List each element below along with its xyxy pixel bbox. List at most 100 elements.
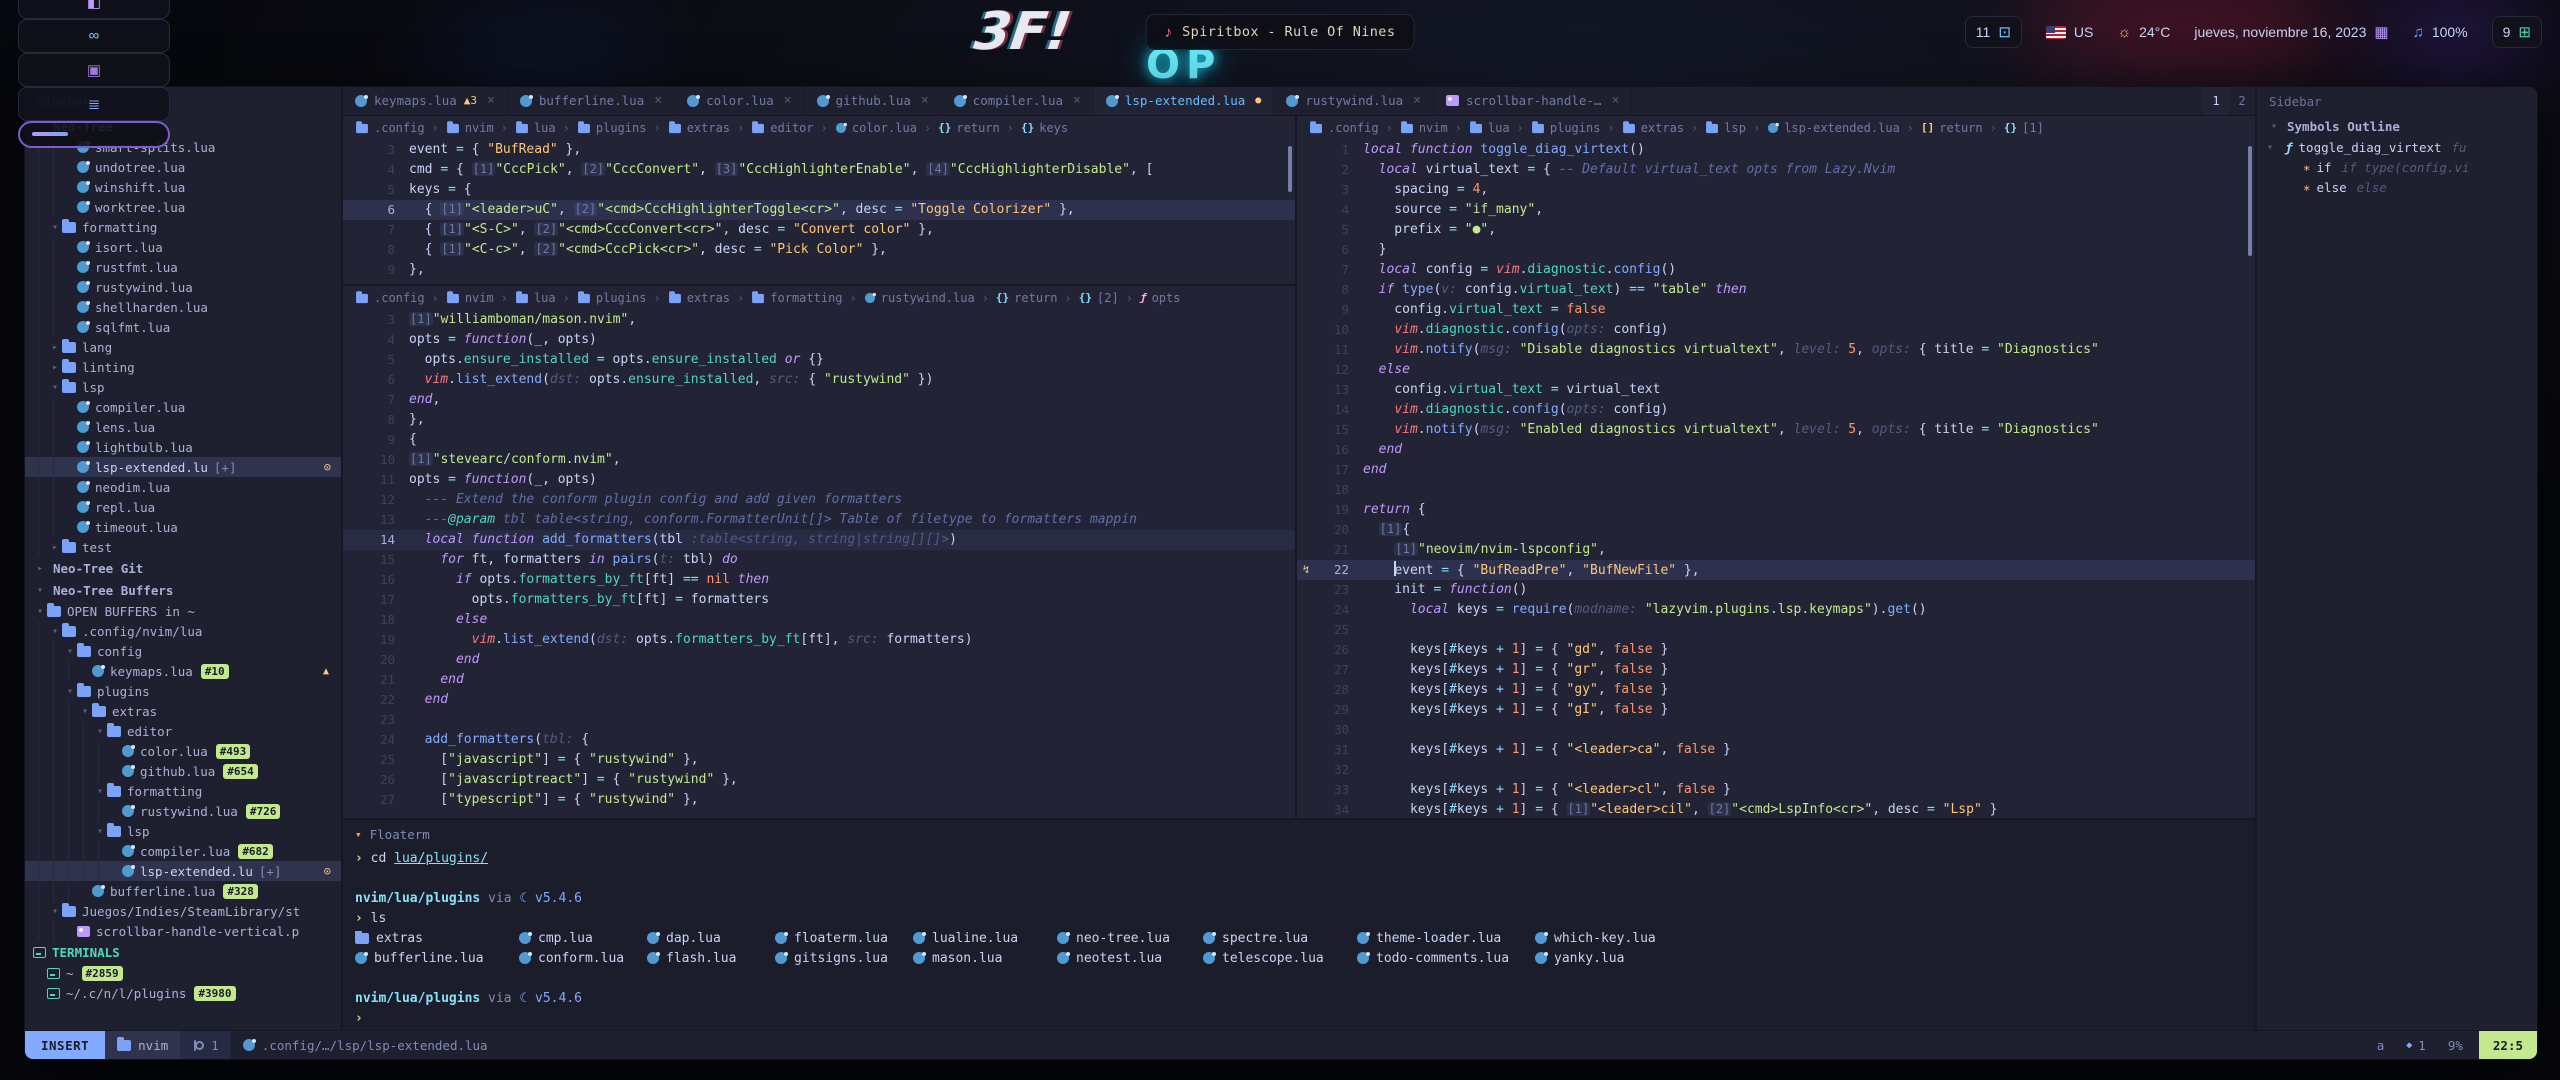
code-line[interactable]: 12 else <box>1297 360 2255 380</box>
code-line[interactable]: 16 if opts.formatters_by_ft[ft] == nil t… <box>343 570 1295 590</box>
code-line[interactable]: 19 vim.list_extend(dst: opts.formatters_… <box>343 630 1295 650</box>
code-line[interactable]: 7 local config = vim.diagnostic.config() <box>1297 260 2255 280</box>
terminal-line[interactable] <box>343 968 2255 988</box>
breadcrumb-item[interactable]: {}return <box>996 291 1058 305</box>
close-tab-icon[interactable]: × <box>784 93 792 108</box>
code-line[interactable]: 23 <box>343 710 1295 730</box>
ls-entry-neotest-lua[interactable]: neotest.lua <box>1057 951 1203 966</box>
ls-entry-spectre-lua[interactable]: spectre.lua <box>1203 931 1357 946</box>
tree-item-lens-lua[interactable]: lens.lua <box>25 417 341 437</box>
tree-item-shellharden-lua[interactable]: shellharden.lua <box>25 297 341 317</box>
code-line[interactable]: 15 for ft, formatters in pairs(t: tbl) d… <box>343 550 1295 570</box>
code-line[interactable]: 19return { <box>1297 500 2255 520</box>
ls-entry-which-key-lua[interactable]: which-key.lua <box>1535 931 2243 946</box>
code-line[interactable]: 8 if type(v: config.virtual_text) == "ta… <box>1297 280 2255 300</box>
tree-item-bufferline-lua[interactable]: bufferline.lua#328 <box>25 881 341 901</box>
tree-item-formatting[interactable]: ▾formatting <box>25 217 341 237</box>
breadcrumb-item[interactable]: lua <box>1469 121 1510 135</box>
code-line[interactable]: 25 <box>1297 620 2255 640</box>
terminal-line[interactable]: › ls <box>343 908 2255 928</box>
code-line[interactable]: 13 ---@param tbl table<string, conform.F… <box>343 510 1295 530</box>
tree-item-lang[interactable]: ▸lang <box>25 337 341 357</box>
code-line[interactable]: 32 <box>1297 760 2255 780</box>
breadcrumb-item[interactable]: nvim <box>446 121 494 135</box>
terminal-line[interactable] <box>343 868 2255 888</box>
tab-bufferline-lua[interactable]: bufferline.lua× <box>508 87 675 115</box>
code-line[interactable]: 3[1]"williamboman/mason.nvim", <box>343 310 1295 330</box>
tree-item-lightbulb-lua[interactable]: lightbulb.lua <box>25 437 341 457</box>
breadcrumb-item[interactable]: {}[1] <box>2004 121 2044 135</box>
tree-item-extras[interactable]: ▾extras <box>25 701 341 721</box>
terminal-line[interactable]: nvim/lua/plugins via ☾ v5.4.6 <box>343 988 2255 1008</box>
ls-entry-theme-loader-lua[interactable]: theme-loader.lua <box>1357 931 1535 946</box>
code-line[interactable]: 26 keys[#keys + 1] = { "gd", false } <box>1297 640 2255 660</box>
code-line[interactable]: 8}, <box>343 410 1295 430</box>
code-line[interactable]: 6 } <box>1297 240 2255 260</box>
clipboard-icon[interactable]: ▣ <box>18 53 170 87</box>
breadcrumb-item[interactable]: .config <box>1309 121 1379 135</box>
code-line[interactable]: 27 keys[#keys + 1] = { "gr", false } <box>1297 660 2255 680</box>
ls-entry-gitsigns-lua[interactable]: gitsigns.lua <box>775 951 913 966</box>
breadcrumb-item[interactable]: nvim <box>446 291 494 305</box>
breadcrumb-item[interactable]: lua <box>515 121 556 135</box>
tree-item-rustywind-lua[interactable]: rustywind.lua <box>25 277 341 297</box>
scrollbar-handle[interactable] <box>1288 146 1292 192</box>
tabpage-1[interactable]: 1 <box>2203 87 2229 115</box>
ls-entry-neo-tree-lua[interactable]: neo-tree.lua <box>1057 931 1203 946</box>
close-tab-icon[interactable]: × <box>654 93 662 108</box>
cursor-location[interactable]: 22:5 <box>2479 1031 2537 1059</box>
now-playing-widget[interactable]: ♪ Spiritbox - Rule Of Nines <box>1146 14 1415 50</box>
code-line[interactable]: 17 opts.formatters_by_ft[ft] = formatter… <box>343 590 1295 610</box>
tree-item-config[interactable]: ▾config <box>25 641 341 661</box>
tree-item-plugins[interactable]: ▾plugins <box>25 681 341 701</box>
code-line[interactable]: 15 vim.notify(msg: "Enabled diagnostics … <box>1297 420 2255 440</box>
tree-item-scrollbar-handle-vertical-p[interactable]: scrollbar-handle-vertical.p <box>25 921 341 941</box>
tab-github-lua[interactable]: github.lua× <box>805 87 942 115</box>
date-widget[interactable]: jueves, noviembre 16, 2023▦ <box>2194 23 2388 41</box>
breadcrumb-item[interactable]: lua <box>515 291 556 305</box>
breadcrumb-item[interactable]: {}keys <box>1021 121 1068 135</box>
ls-entry-lualine-lua[interactable]: lualine.lua <box>913 931 1057 946</box>
ls-entry-floaterm-lua[interactable]: floaterm.lua <box>775 931 913 946</box>
code-line[interactable]: 31 keys[#keys + 1] = { "<leader>ca", fal… <box>1297 740 2255 760</box>
breadcrumb-item[interactable]: plugins <box>577 121 647 135</box>
tab-keymaps-lua[interactable]: keymaps.lua▲3× <box>343 87 508 115</box>
tree-item-sqlfmt-lua[interactable]: sqlfmt.lua <box>25 317 341 337</box>
tree-item-c-n-l-plugins[interactable]: ~/.c/n/l/plugins#3980 <box>25 983 341 1003</box>
code-line[interactable]: 24 local keys = require(modname: "lazyvi… <box>1297 600 2255 620</box>
breadcrumb-item[interactable]: .config <box>355 121 425 135</box>
tree-item-timeout-lua[interactable]: timeout.lua <box>25 517 341 537</box>
tree-item-neodim-lua[interactable]: neodim.lua <box>25 477 341 497</box>
code-line[interactable]: 3event = { "BufRead" }, <box>343 140 1295 160</box>
code-line[interactable]: 9{ <box>343 430 1295 450</box>
code-line[interactable]: 30 <box>1297 720 2255 740</box>
code-line[interactable]: 6 vim.list_extend(dst: opts.ensure_insta… <box>343 370 1295 390</box>
tree-item-isort-lua[interactable]: isort.lua <box>25 237 341 257</box>
close-tab-icon[interactable]: × <box>1073 93 1081 108</box>
close-tab-icon[interactable]: × <box>921 93 929 108</box>
breadcrumb-item[interactable]: color.lua <box>835 121 917 135</box>
breadcrumb-item[interactable]: lsp-extended.lua <box>1767 121 1900 135</box>
breadcrumb-item[interactable]: extras <box>668 291 730 305</box>
code-line[interactable]: 23 init = function() <box>1297 580 2255 600</box>
keyboard-layout-widget[interactable]: US <box>2046 24 2093 40</box>
code-line[interactable]: 21 end <box>343 670 1295 690</box>
code-line[interactable]: 9 config.virtual_text = false <box>1297 300 2255 320</box>
code-line[interactable]: 3 spacing = 4, <box>1297 180 2255 200</box>
floaterm-panel[interactable]: ▾ Floaterm › cd lua/plugins/nvim/lua/plu… <box>343 818 2255 1030</box>
code-line[interactable]: 7 { [1]"<S-C>", [2]"<cmd>CccConvert<cr>"… <box>343 220 1295 240</box>
breadcrumb-item[interactable]: []return <box>1921 121 1983 135</box>
tab-rustywind-lua[interactable]: rustywind.lua× <box>1274 87 1434 115</box>
tree-item-compiler-lua[interactable]: compiler.lua#682 <box>25 841 341 861</box>
temperature-widget[interactable]: ☼24°C <box>2117 24 2170 41</box>
code-line[interactable]: 26 ["javascriptreact"] = { "rustywind" }… <box>343 770 1295 790</box>
code-line[interactable]: 27 ["typescript"] = { "rustywind" }, <box>343 790 1295 810</box>
tree-item-compiler-lua[interactable]: compiler.lua <box>25 397 341 417</box>
link-icon[interactable]: ∞ <box>18 19 170 53</box>
code-line[interactable]: 28 keys[#keys + 1] = { "gy", false } <box>1297 680 2255 700</box>
tree-item-linting[interactable]: ▸linting <box>25 357 341 377</box>
tree-item-rustfmt-lua[interactable]: rustfmt.lua <box>25 257 341 277</box>
breadcrumb-item[interactable]: formatting <box>751 291 842 305</box>
code-line[interactable]: 11 vim.notify(msg: "Disable diagnostics … <box>1297 340 2255 360</box>
section-header-neo-tree-git[interactable]: ▸Neo-Tree Git <box>25 557 341 579</box>
